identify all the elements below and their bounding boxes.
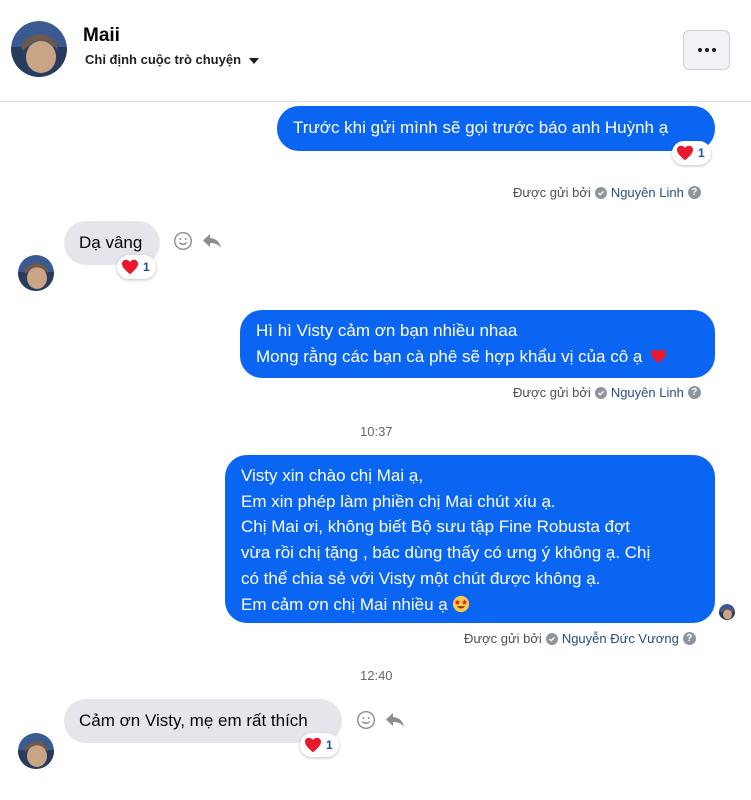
message-text: Mong rằng các bạn cà phê sẽ hợp khẩu vị … [256,347,643,366]
outgoing-message-bubble[interactable]: Visty xin chào chị Mai ạ, Em xin phép là… [225,455,715,623]
heart-icon [122,259,138,275]
message-text-line: Trước khi gửi mình sẽ gọi trước báo anh … [293,118,669,137]
star-struck-emoji-icon [453,595,470,612]
smiley-icon[interactable] [356,710,376,730]
check-icon [545,632,558,645]
contact-name: Maii [83,25,120,46]
outgoing-message-bubble[interactable]: Hì hì Visty cảm ơn bạn nhiều nhaa Mong r… [240,310,715,378]
smiley-icon[interactable] [173,231,193,251]
reply-icon[interactable] [384,710,406,730]
check-icon [594,386,607,399]
message-text-line: Cảm ơn Visty, mẹ em rất thích [79,711,308,730]
heart-icon [305,737,321,753]
incoming-message-bubble[interactable]: Cảm ơn Visty, mẹ em rất thích [64,699,342,743]
assign-conversation-label: Chỉ định cuộc trò chuyện [85,52,242,67]
conversation-header: Maii Chỉ định cuộc trò chuyện [0,0,751,102]
message-actions [173,231,223,251]
sender-name[interactable]: Nguyễn Đức Vương [562,631,679,646]
sender-name[interactable]: Nguyên Linh [611,185,684,200]
more-options-icon [697,48,702,52]
more-dot [711,48,716,52]
reaction-count: 1 [326,738,333,752]
contact-avatar[interactable] [11,21,67,77]
sent-by-info: Được gửi bởi Nguyễn Đức Vương ? [464,631,696,646]
heart-icon [677,145,693,161]
reaction-count: 1 [698,146,705,160]
caret-down-icon [249,57,260,64]
message-text-line: Visty xin chào chị Mai ạ, [241,466,424,485]
message-text-line: Chị Mai ơi, không biết Bộ sưu tập Fine R… [241,517,630,537]
message-text-line: Dạ vâng [79,233,143,252]
message-reaction[interactable]: 1 [672,141,711,165]
message-text-line: Em xin phép làm phiền chị Mai chút xíu ạ… [241,491,556,511]
more-options-button[interactable] [683,30,730,70]
message-reaction[interactable]: 1 [300,733,339,757]
timestamp-separator: 10:37 [360,424,393,439]
message-text-line-with-emoji: Mong rằng các bạn cà phê sẽ hợp khẩu vị … [256,344,699,370]
contact-avatar-small[interactable] [18,733,54,769]
message-actions [356,710,406,730]
message-text-line-with-emoji: Em cảm ơn chị Mai nhiều ạ [241,592,699,618]
message-text-line: có thể chia sẻ với Visty một chút được k… [241,568,601,588]
contact-avatar-small[interactable] [18,255,54,291]
help-icon[interactable]: ? [682,632,696,645]
seen-avatar-icon [719,604,735,620]
message-text: Em cảm ơn chị Mai nhiều ạ [241,594,448,614]
heart-emoji-icon [651,349,667,364]
help-icon[interactable]: ? [687,186,701,199]
check-icon [594,186,607,199]
sent-by-label: Được gửi bởi [513,185,591,200]
sender-name[interactable]: Nguyên Linh [611,385,684,400]
assign-conversation-dropdown[interactable]: Chỉ định cuộc trò chuyện [85,52,260,67]
message-reaction[interactable]: 1 [117,255,156,279]
sent-by-label: Được gửi bởi [513,385,591,400]
message-text-line: vừa rồi chị tặng , bác dùng thấy có ưng … [241,543,651,563]
reaction-count: 1 [143,260,150,274]
sent-by-label: Được gửi bởi [464,631,542,646]
outgoing-message-bubble[interactable]: Trước khi gửi mình sẽ gọi trước báo anh … [277,106,715,151]
sent-by-info: Được gửi bởi Nguyên Linh ? [513,185,701,200]
timestamp-separator: 12:40 [360,668,393,683]
reply-icon[interactable] [201,231,223,251]
sent-by-info: Được gửi bởi Nguyên Linh ? [513,385,701,400]
message-text-line: Hì hì Visty cảm ơn bạn nhiều nhaa [256,321,518,340]
help-icon[interactable]: ? [687,386,701,399]
more-dot [704,48,709,52]
